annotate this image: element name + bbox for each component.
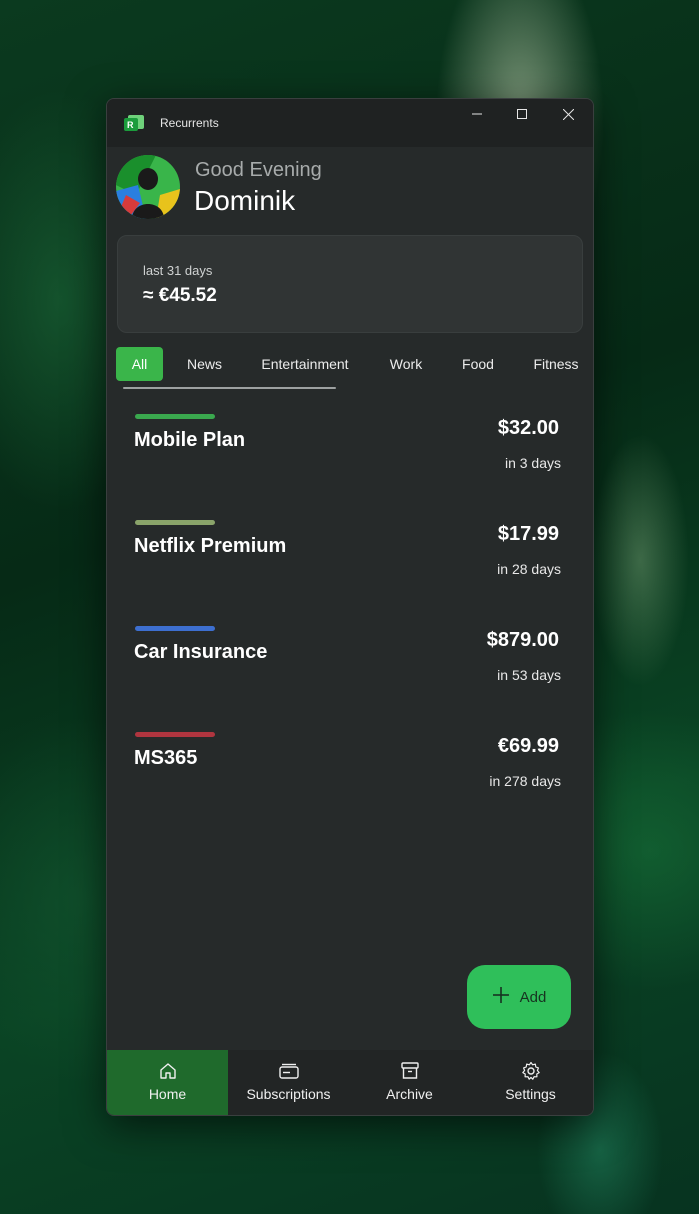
tab-news[interactable]: News <box>177 347 232 381</box>
card-icon <box>278 1060 300 1082</box>
minimize-icon <box>472 113 482 115</box>
app-window: R Recurrents Good Evening Dominik last 3… <box>106 98 594 1116</box>
subscription-due: in 3 days <box>504 455 561 471</box>
user-name: Dominik <box>194 185 296 216</box>
greeting-text: Good Evening <box>195 159 322 181</box>
subscription-item[interactable]: Mobile Plan $32.00 in 3 days <box>107 411 593 517</box>
tab-food[interactable]: Food <box>451 347 505 381</box>
maximize-button[interactable] <box>499 99 545 129</box>
nav-home[interactable]: Home <box>107 1050 228 1115</box>
title-bar[interactable]: R Recurrents <box>107 99 593 147</box>
close-button[interactable] <box>545 99 591 129</box>
bottom-navigation: Home Subscriptions Archive Settings <box>107 1050 593 1115</box>
tab-work[interactable]: Work <box>379 347 433 381</box>
svg-text:R: R <box>127 120 134 130</box>
subscription-price: €69.99 <box>497 735 559 757</box>
subscription-due: in 278 days <box>489 773 561 789</box>
close-icon <box>562 108 574 120</box>
nav-archive[interactable]: Archive <box>349 1050 470 1115</box>
gear-icon <box>521 1060 541 1082</box>
subscription-price: $879.00 <box>486 629 559 651</box>
tabs-scrollbar[interactable] <box>123 387 336 389</box>
tab-entertainment[interactable]: Entertainment <box>252 347 358 381</box>
avatar[interactable] <box>116 155 180 219</box>
spending-summary-card: last 31 days ≈ €45.52 <box>117 235 583 333</box>
window-title: Recurrents <box>160 116 219 130</box>
subscription-name: Netflix Premium <box>134 535 287 557</box>
category-color-bar <box>135 414 215 419</box>
subscription-price: $32.00 <box>497 417 559 439</box>
category-tabs: All News Entertainment Work Food Fitness <box>107 347 593 383</box>
nav-settings-label: Settings <box>505 1086 556 1102</box>
nav-subscriptions-label: Subscriptions <box>246 1086 331 1102</box>
category-color-bar <box>135 520 215 525</box>
nav-subscriptions[interactable]: Subscriptions <box>228 1050 349 1115</box>
subscription-due: in 28 days <box>497 561 561 577</box>
tab-all[interactable]: All <box>116 347 163 381</box>
subscription-price: $17.99 <box>497 523 559 545</box>
subscription-item[interactable]: Car Insurance $879.00 in 53 days <box>107 623 593 729</box>
minimize-button[interactable] <box>454 99 500 129</box>
nav-archive-label: Archive <box>386 1086 433 1102</box>
subscription-item[interactable]: MS365 €69.99 in 278 days <box>107 729 593 835</box>
maximize-icon <box>517 109 527 119</box>
subscription-item[interactable]: Netflix Premium $17.99 in 28 days <box>107 517 593 623</box>
subscription-name: Mobile Plan <box>134 429 246 451</box>
plus-icon <box>492 986 510 1008</box>
nav-home-label: Home <box>148 1086 187 1102</box>
subscription-name: Car Insurance <box>134 641 268 663</box>
home-icon <box>158 1060 178 1082</box>
subscription-due: in 53 days <box>497 667 561 683</box>
category-color-bar <box>135 626 215 631</box>
summary-period-label: last 31 days <box>143 263 213 278</box>
category-color-bar <box>135 732 215 737</box>
summary-amount: ≈ €45.52 <box>143 285 217 306</box>
recurrents-app-icon: R <box>124 115 144 131</box>
add-button-label: Add <box>519 988 547 1006</box>
tab-fitness[interactable]: Fitness <box>525 347 587 381</box>
archive-icon <box>400 1060 420 1082</box>
add-subscription-button[interactable]: Add <box>467 965 571 1029</box>
subscription-name: MS365 <box>134 747 198 769</box>
nav-settings[interactable]: Settings <box>470 1050 591 1115</box>
